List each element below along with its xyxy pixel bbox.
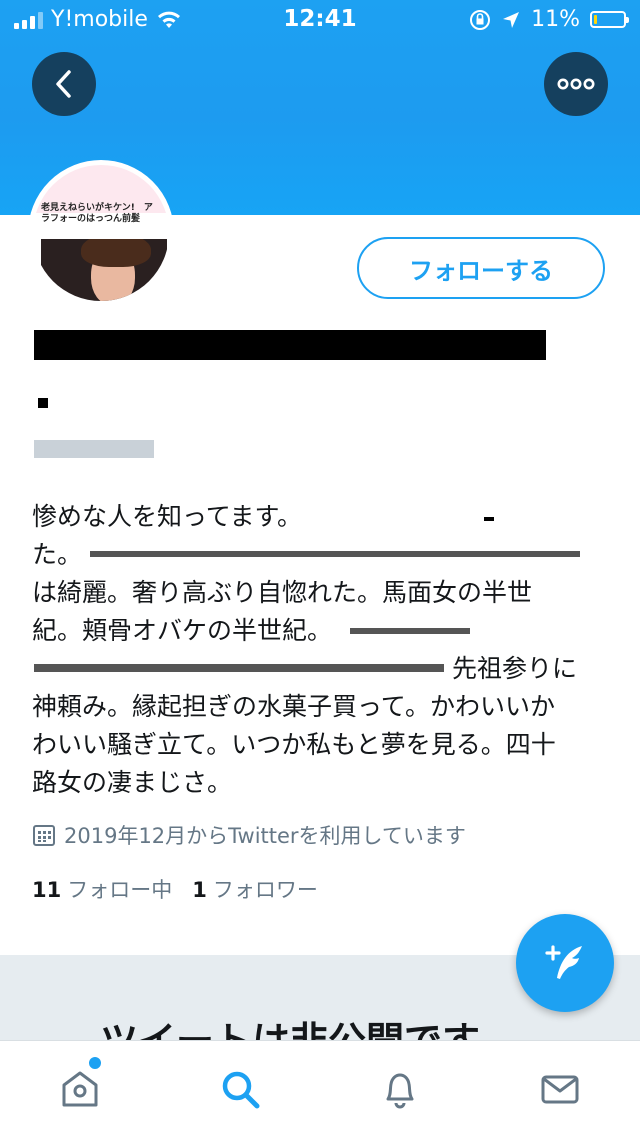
profile-bio: 惨めな人を知ってます。 た。 は綺麗。奢り高ぶり自惚れた。馬面女の半世 紀。頬骨… — [32, 498, 592, 802]
following-link[interactable]: 11 フォロー中 — [32, 874, 172, 904]
avatar-photo — [41, 239, 167, 301]
compose-tweet-icon — [545, 945, 582, 979]
joined-date: 2019年12月からTwitterを利用しています — [32, 820, 466, 850]
bio-line: 惨めな人を知ってます。 — [32, 502, 303, 531]
followers-count: 1 — [192, 878, 207, 902]
private-notice-title: ツイートは非公開です — [100, 1010, 480, 1040]
location-arrow-icon — [503, 11, 520, 28]
tab-home[interactable] — [50, 1055, 110, 1119]
home-badge — [87, 1055, 103, 1071]
following-count: 11 — [32, 878, 62, 902]
joined-text: 2019年12月からTwitterを利用しています — [64, 824, 466, 848]
battery-percent: 11% — [531, 7, 580, 32]
followers-link[interactable]: 1 フォロワー — [192, 874, 318, 904]
status-bar: Y!mobile 12:41 11% — [0, 0, 640, 40]
redacted-bio-2 — [90, 551, 580, 557]
follow-counts: 11 フォロー中 1 フォロワー — [32, 874, 318, 904]
follow-button[interactable]: フォローする — [357, 237, 605, 299]
redacted-display-name — [34, 330, 546, 360]
search-icon — [222, 1071, 260, 1109]
tab-notifications[interactable] — [370, 1059, 430, 1119]
private-notice: ツイートは非公開です — [0, 1008, 640, 1040]
back-button[interactable] — [32, 52, 96, 116]
bio-line: わいい騒ぎ立て。いつか私もと夢を見る。四十 — [32, 730, 556, 759]
battery-level — [594, 15, 597, 24]
bell-icon — [386, 1073, 414, 1109]
compose-tweet-button[interactable] — [516, 914, 614, 1012]
more-options-button[interactable] — [544, 52, 608, 116]
avatar-banner-text: 老見えねらいがキケン! アラフォーのはっつん前髪 — [41, 203, 153, 224]
avatar[interactable]: 老見えねらいがキケン! アラフォーのはっつん前髪 — [28, 160, 174, 306]
following-label: フォロー中 — [67, 878, 173, 902]
tab-messages[interactable] — [530, 1059, 590, 1119]
orientation-lock-icon — [470, 9, 491, 30]
home-icon — [62, 1071, 98, 1107]
battery-icon — [590, 11, 629, 28]
bio-line: 路女の凄まじさ。 — [32, 768, 233, 797]
calendar-icon — [33, 825, 55, 846]
followers-label: フォロワー — [212, 878, 318, 902]
mail-icon — [541, 1075, 579, 1104]
bio-line: 紀。頬骨オバケの半世紀。 — [32, 616, 333, 645]
chevron-left-icon — [56, 70, 71, 98]
redacted-handle — [34, 440, 154, 458]
tab-bar — [0, 1040, 640, 1137]
bio-line: 神頼み。縁起担ぎの水菓子買って。かわいいか — [32, 692, 556, 721]
redacted-display-name-2 — [38, 398, 48, 408]
more-horizontal-icon — [557, 78, 595, 90]
tab-search[interactable] — [210, 1059, 270, 1119]
redacted-bio-3 — [350, 628, 470, 634]
redacted-bio-1 — [484, 517, 494, 521]
redacted-bio-4 — [34, 664, 444, 672]
bio-line: は綺麗。奢り高ぶり自惚れた。馬面女の半世 — [32, 578, 533, 607]
